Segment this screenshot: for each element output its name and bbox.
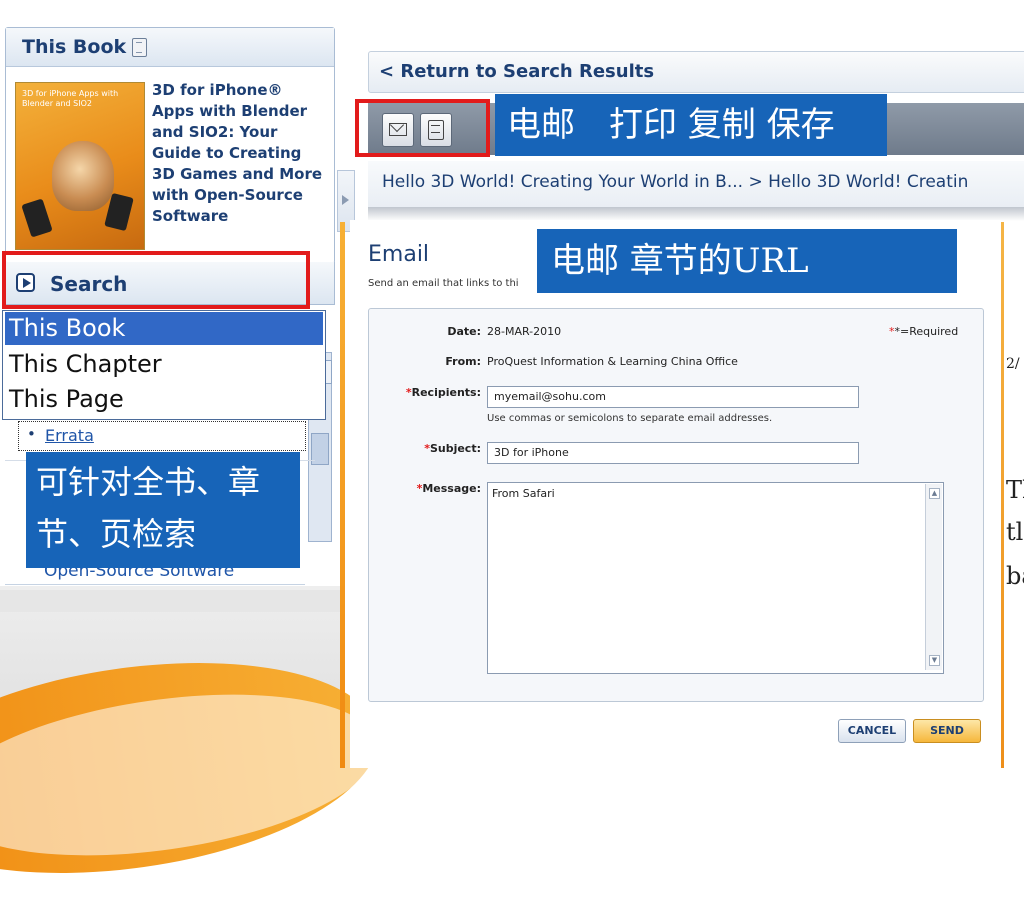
breadcrumb: Hello 3D World! Creating Your World in B… bbox=[368, 161, 1024, 208]
email-subtitle: Send an email that links to thi bbox=[368, 278, 519, 289]
toolbar-highlight-box bbox=[355, 99, 490, 157]
slide-orange-border-left bbox=[340, 222, 345, 768]
cover-creature-illustration bbox=[52, 141, 114, 211]
recipients-label-text: Recipients: bbox=[411, 386, 481, 399]
search-scope-dropdown[interactable]: This Book This Chapter This Page bbox=[2, 310, 326, 420]
search-highlight-box bbox=[2, 251, 310, 309]
page-text-fragment: 2/ bbox=[1006, 356, 1020, 372]
breadcrumb-shadow bbox=[368, 207, 1024, 221]
message-label-text: Message: bbox=[422, 482, 481, 495]
page-text-fragment: ba bbox=[1006, 562, 1024, 590]
email-callout: 电邮 章节的URL bbox=[537, 229, 957, 293]
return-bar: < Return to Search Results bbox=[368, 51, 1024, 93]
required-note-text: *=Required bbox=[894, 325, 959, 338]
from-value: ProQuest Information & Learning China Of… bbox=[487, 355, 738, 368]
errata-link[interactable]: Errata bbox=[45, 426, 94, 445]
slide-grey-stripe bbox=[0, 590, 345, 612]
book-cover-image[interactable]: 3D for iPhone Apps with Blender and SIO2 bbox=[15, 82, 145, 250]
email-form: **=Required Date: 28-MAR-2010 From: ProQ… bbox=[368, 308, 984, 702]
bullet-icon: • bbox=[27, 425, 36, 443]
this-book-title: This Book bbox=[22, 36, 127, 58]
toolbar-callout: 电邮 打印 复制 保存 bbox=[495, 94, 887, 156]
page-text-fragment: tl bbox=[1006, 518, 1024, 546]
cover-title-text: 3D for iPhone Apps with Blender and SIO2 bbox=[22, 89, 119, 108]
date-value: 28-MAR-2010 bbox=[487, 325, 562, 338]
subject-label-text: Subject: bbox=[429, 442, 481, 455]
book-page-icon bbox=[132, 38, 147, 57]
cancel-button[interactable]: CANCEL bbox=[838, 719, 906, 743]
divider bbox=[5, 584, 305, 585]
this-book-panel: This Book 3D for iPhone Apps with Blende… bbox=[5, 27, 335, 264]
search-scope-callout: 可针对全书、章节、页检索 bbox=[26, 452, 300, 568]
scope-option-this-chapter[interactable]: This Chapter bbox=[5, 348, 323, 381]
required-note: **=Required bbox=[889, 325, 959, 338]
return-to-search-link[interactable]: < Return to Search Results bbox=[379, 61, 654, 82]
message-label: *Message: bbox=[416, 482, 481, 495]
recipients-label: *Recipients: bbox=[405, 386, 481, 399]
message-text: From Safari bbox=[492, 487, 555, 500]
scroll-up-icon[interactable]: ▲ bbox=[929, 488, 940, 499]
errata-item[interactable]: • Errata bbox=[18, 421, 306, 451]
subject-label: *Subject: bbox=[424, 442, 481, 455]
date-label: Date: bbox=[447, 325, 481, 338]
scope-option-this-page[interactable]: This Page bbox=[5, 383, 323, 416]
textarea-scrollbar[interactable]: ▲ ▼ bbox=[925, 484, 942, 670]
recipients-input[interactable]: myemail@sohu.com bbox=[487, 386, 859, 408]
email-title: Email bbox=[368, 242, 430, 267]
page-text-fragment: Th bbox=[1006, 476, 1024, 504]
recipients-hint: Use commas or semicolons to separate ema… bbox=[487, 413, 773, 424]
scope-option-this-book[interactable]: This Book bbox=[5, 312, 323, 345]
send-button[interactable]: SEND bbox=[913, 719, 981, 743]
scroll-down-icon[interactable]: ▼ bbox=[929, 655, 940, 666]
book-title-link[interactable]: 3D for iPhone® Apps with Blender and SIO… bbox=[152, 80, 324, 227]
cover-phone-illustration bbox=[21, 198, 53, 238]
subject-input[interactable]: 3D for iPhone bbox=[487, 442, 859, 464]
this-book-header: This Book bbox=[6, 28, 334, 67]
from-label: From: bbox=[445, 355, 481, 368]
message-textarea[interactable]: From Safari ▲ ▼ bbox=[487, 482, 944, 674]
breadcrumb-text[interactable]: Hello 3D World! Creating Your World in B… bbox=[382, 172, 968, 192]
